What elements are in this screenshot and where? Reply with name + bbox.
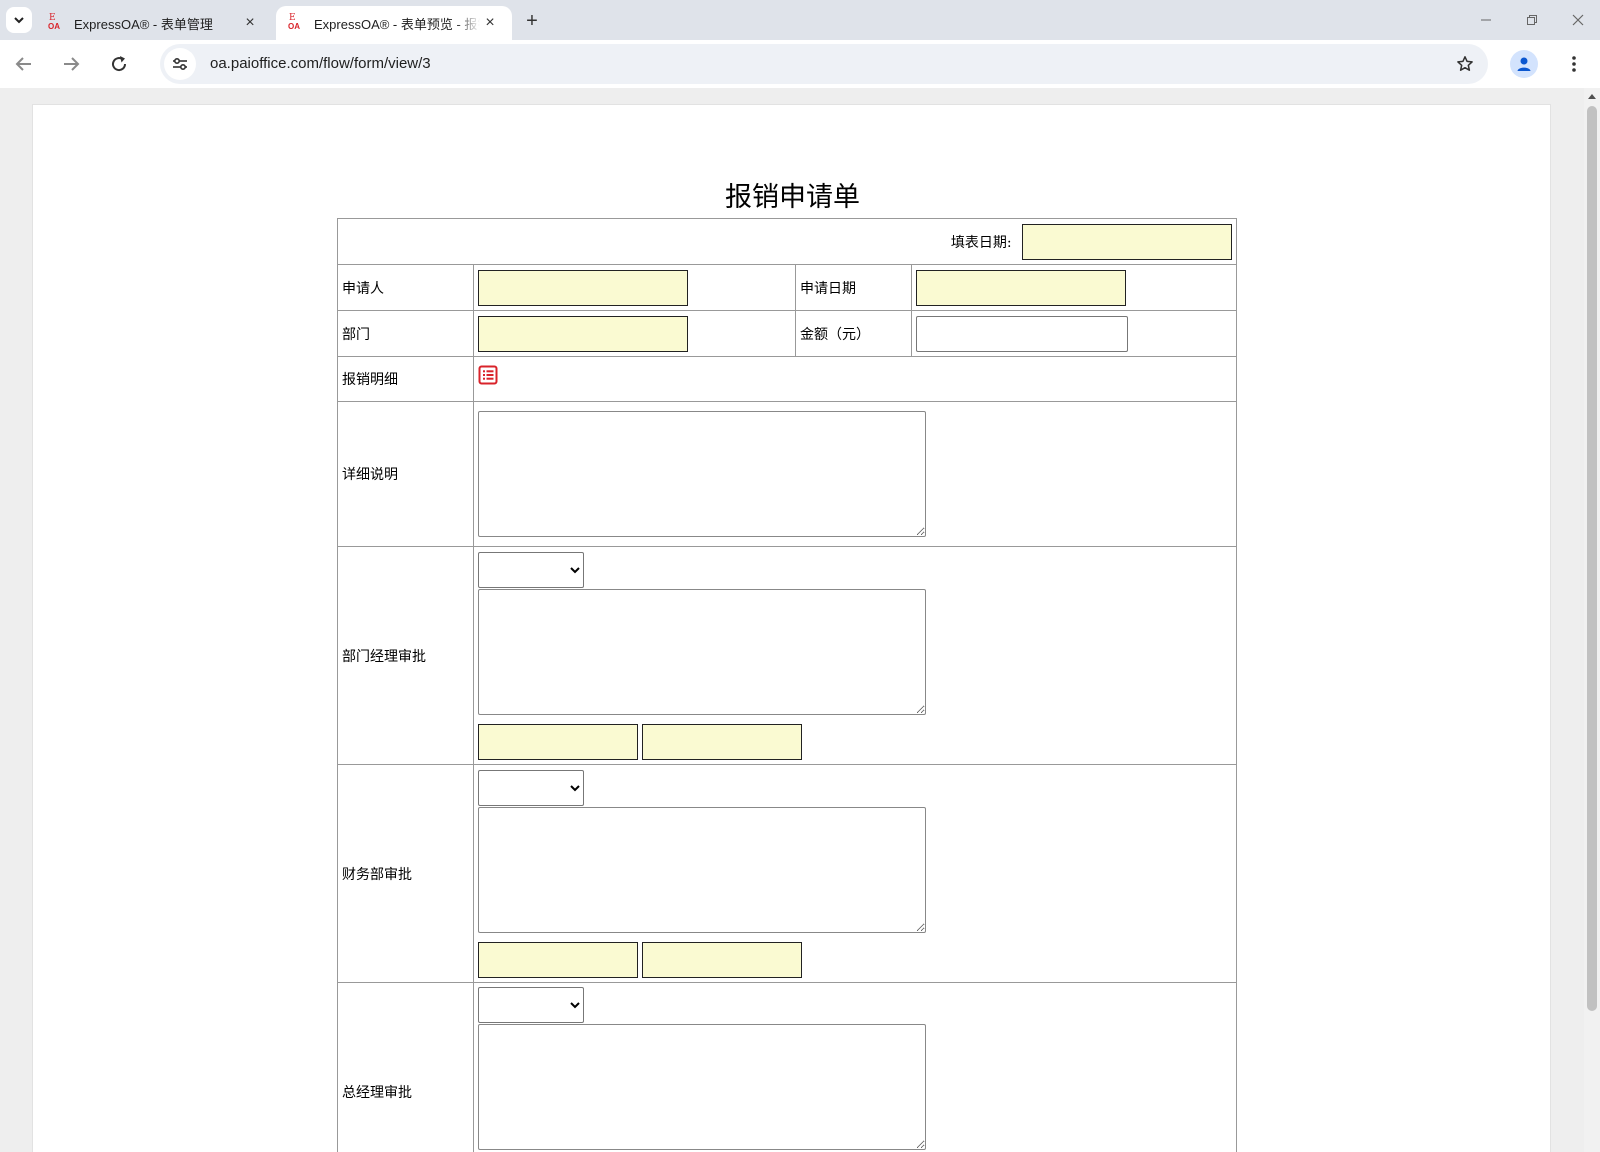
finance-signer-input[interactable] <box>478 941 638 978</box>
profile-avatar-icon[interactable] <box>1510 50 1538 78</box>
vertical-scrollbar[interactable] <box>1584 88 1600 1152</box>
tab-close-icon[interactable]: × <box>240 13 260 33</box>
dept-manager-signer-input[interactable] <box>478 723 638 760</box>
fill-date-label: 填表日期: <box>950 234 1012 251</box>
tune-icon <box>173 57 187 71</box>
site-info-button[interactable] <box>164 48 196 80</box>
forward-button[interactable] <box>57 50 85 78</box>
apply-date-label: 申请日期 <box>795 264 912 311</box>
table-row: 报销明细 <box>337 356 1237 402</box>
tab-form-preview[interactable]: EOA ExpressOA® - 表单预览 - 报销申请单 × <box>276 6 512 40</box>
general-manager-comment-textarea[interactable] <box>478 1024 926 1150</box>
reimbursement-form-table: 填表日期: 申请人 申请日期 部门 金额（元） 报销明细 详细说明 部门经理审批… <box>337 218 1237 1152</box>
new-tab-button[interactable]: + <box>520 9 544 33</box>
dept-manager-comment-textarea[interactable] <box>478 588 926 715</box>
page-viewport: 报销申请单 填表日期: 申请人 申请日期 部门 金额（元） 报销明细 详细说明 … <box>0 88 1600 1152</box>
arrow-right-icon <box>64 57 80 71</box>
dept-manager-label: 部门经理审批 <box>337 546 474 765</box>
tab-search-button[interactable] <box>6 7 32 33</box>
chevron-down-icon <box>14 17 24 24</box>
address-bar[interactable]: oa.paioffice.com/flow/form/view/3 <box>160 44 1488 84</box>
back-button[interactable] <box>10 50 38 78</box>
table-row: 部门 金额（元） <box>337 310 1237 357</box>
reload-button[interactable] <box>105 50 133 78</box>
url-text[interactable]: oa.paioffice.com/flow/form/view/3 <box>210 55 431 72</box>
tab-form-management[interactable]: E OA ExpressOA® - 表单管理 × <box>36 6 272 40</box>
finance-date-input[interactable] <box>642 941 803 978</box>
tab-title: ExpressOA® - 表单管理 <box>74 16 213 32</box>
amount-label: 金额（元） <box>795 310 912 357</box>
dept-manager-date-input[interactable] <box>642 723 803 760</box>
kebab-menu-icon[interactable] <box>1560 50 1588 78</box>
description-textarea[interactable] <box>478 411 926 537</box>
expressoa-favicon-icon: E OA <box>288 13 300 31</box>
table-row: 部门经理审批 <box>337 546 1237 765</box>
bookmark-star-icon[interactable] <box>1454 53 1476 75</box>
tab-strip: E OA ExpressOA® - 表单管理 × E OA ExpressOA® -… <box>0 0 1600 40</box>
browser-toolbar: oa.paioffice.com/flow/form/view/3 <box>0 40 1600 88</box>
expressoa-favicon-icon: E OA <box>48 13 60 31</box>
apply-date-input[interactable] <box>916 269 1126 306</box>
table-row: 填表日期: <box>337 218 1237 265</box>
general-manager-label: 总经理审批 <box>337 982 474 1152</box>
table-row: 财务部审批 <box>337 764 1237 983</box>
applicant-input[interactable] <box>478 269 688 306</box>
restore-icon[interactable] <box>1520 8 1544 32</box>
finance-opinion-select[interactable] <box>478 769 584 806</box>
description-label: 详细说明 <box>337 401 474 547</box>
tab-close-icon[interactable]: × <box>480 13 500 33</box>
detail-list-label: 报销明细 <box>337 356 474 402</box>
reload-icon <box>112 56 127 72</box>
table-row: 申请人 申请日期 <box>337 264 1237 311</box>
arrow-left-icon <box>15 57 31 71</box>
applicant-label: 申请人 <box>337 264 474 311</box>
minimize-icon[interactable] <box>1474 8 1498 32</box>
general-manager-opinion-select[interactable] <box>478 987 584 1023</box>
window-close-icon[interactable] <box>1566 8 1590 32</box>
list-detail-icon[interactable] <box>478 365 498 385</box>
page-title: 报销申请单 <box>725 182 860 213</box>
table-row: 总经理审批 <box>337 982 1237 1152</box>
table-row: 详细说明 <box>337 401 1237 547</box>
scroll-up-arrow-icon[interactable] <box>1588 94 1596 99</box>
finance-label: 财务部审批 <box>337 764 474 983</box>
department-label: 部门 <box>337 310 474 357</box>
fill-date-input[interactable] <box>1022 223 1232 260</box>
department-input[interactable] <box>478 315 688 352</box>
form-paper: 报销申请单 填表日期: 申请人 申请日期 部门 金额（元） 报销明细 详细说明 … <box>32 104 1551 1152</box>
finance-comment-textarea[interactable] <box>478 806 926 933</box>
tab-title: ExpressOA® - 表单预览 - 报销申请单 <box>314 16 480 32</box>
scrollbar-thumb[interactable] <box>1587 106 1597 1011</box>
dept-manager-opinion-select[interactable] <box>478 551 584 588</box>
amount-input[interactable] <box>916 315 1128 352</box>
